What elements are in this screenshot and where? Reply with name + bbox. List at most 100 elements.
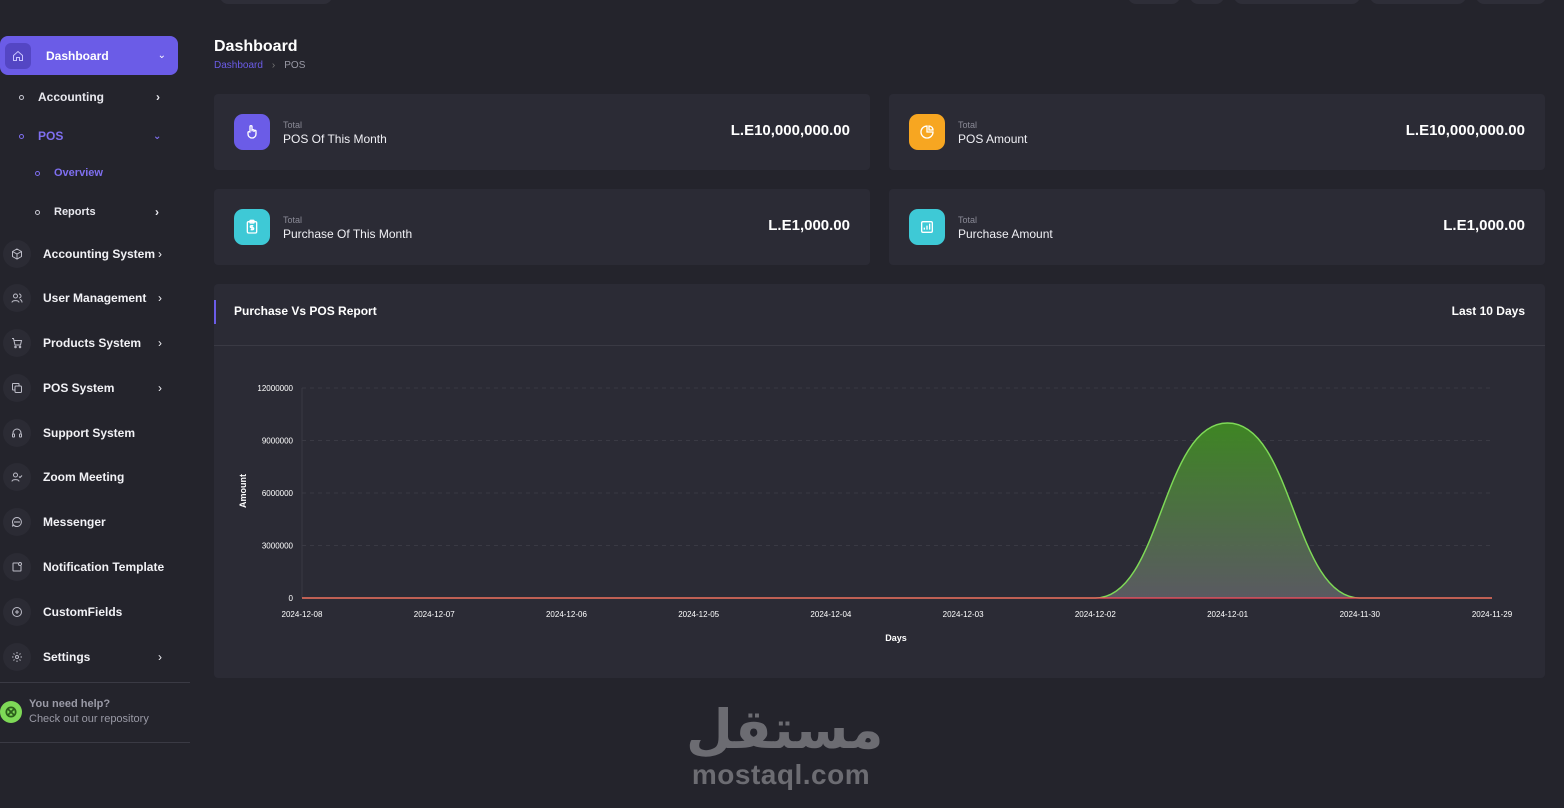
bullet-icon	[19, 94, 24, 100]
plus-circle-icon	[3, 598, 31, 626]
x-tick-label: 2024-12-07	[414, 610, 455, 619]
sidebar-subitem-accounting[interactable]: Accounting ›	[19, 90, 160, 104]
sidebar-subitem-reports[interactable]: Reports ›	[35, 205, 159, 219]
y-tick-label: 6000000	[262, 489, 294, 498]
chevron-right-icon: ›	[158, 247, 162, 261]
stat-card-value: L.E1,000.00	[1443, 217, 1525, 234]
breadcrumb: Dashboard › POS	[214, 60, 305, 71]
sidebar-item-label: Messenger	[43, 515, 106, 529]
chevron-down-icon: ⌄	[153, 130, 162, 142]
x-tick-label: 2024-12-01	[1207, 610, 1248, 619]
user-check-icon	[3, 463, 31, 491]
sidebar-item-label: POS System	[43, 381, 115, 395]
purchase-vs-pos-chart: 0 3000000 6000000 9000000 12000000 2024-12-0…	[238, 384, 1513, 643]
bar-chart-icon	[909, 209, 945, 245]
top-button[interactable]	[1190, 0, 1224, 4]
sidebar-subitem-pos[interactable]: POS ⌄	[19, 129, 161, 143]
sidebar-divider	[0, 682, 190, 683]
y-tick-label: 0	[289, 594, 294, 603]
stat-card-label: Total	[283, 120, 303, 130]
stat-card-label: Total	[958, 120, 978, 130]
sidebar-item-settings[interactable]: Settings ›	[0, 642, 190, 672]
bullet-icon	[35, 170, 40, 176]
stat-card-pos-month: Total POS Of This Month L.E10,000,000.00	[214, 94, 870, 170]
watermark-logo: مستقل mostaql.com	[686, 698, 884, 790]
sidebar-item-products-system[interactable]: Products System ›	[0, 328, 190, 358]
stat-card-value: L.E10,000,000.00	[730, 122, 850, 139]
cart-icon	[3, 329, 31, 357]
clipboard-dollar-icon	[234, 209, 270, 245]
watermark-latin: mostaql.com	[691, 759, 871, 790]
sidebar-item-user-management[interactable]: User Management ›	[0, 283, 190, 313]
sidebar: Dashboard ⌄ Accounting › POS ⌄ Overview …	[0, 0, 190, 808]
stat-card-title: Purchase Amount	[958, 227, 1053, 241]
sidebar-item-label: Notification Template	[43, 560, 165, 574]
copy-icon	[3, 374, 31, 402]
help-box[interactable]: You need help? Check out our repository	[0, 698, 149, 725]
chevron-right-icon: ›	[158, 336, 162, 350]
chevron-right-icon: ›	[158, 381, 162, 395]
top-search-pill[interactable]	[220, 0, 332, 4]
x-tick-label: 2024-11-29	[1472, 610, 1513, 619]
x-tick-label: 2024-12-08	[282, 610, 323, 619]
help-title: You need help?	[29, 698, 111, 710]
stat-card-pos-amount: Total POS Amount L.E10,000,000.00	[889, 94, 1545, 170]
gear-icon	[3, 643, 31, 671]
stat-card-label: Total	[958, 215, 978, 225]
sidebar-item-notification-template[interactable]: Notification Template	[0, 552, 190, 582]
sidebar-subitem-overview[interactable]: Overview	[35, 167, 103, 179]
breadcrumb-current: POS	[284, 60, 306, 71]
x-tick-label: 2024-11-30	[1340, 610, 1381, 619]
y-tick-label: 9000000	[262, 437, 294, 446]
sidebar-item-label: Settings	[43, 650, 91, 664]
sidebar-item-dashboard[interactable]: Dashboard ⌄	[0, 36, 178, 75]
top-button[interactable]	[1128, 0, 1180, 4]
top-button[interactable]	[1370, 0, 1466, 4]
pie-chart-icon	[909, 114, 945, 150]
sidebar-item-pos-system[interactable]: POS System ›	[0, 373, 190, 403]
headset-icon	[3, 419, 31, 447]
sidebar-item-support-system[interactable]: Support System	[0, 418, 190, 448]
stat-card-purchase-month: Total Purchase Of This Month L.E1,000.00	[214, 189, 870, 265]
y-axis-label: Amount	[238, 474, 248, 508]
y-axis-ticks: 0 3000000 6000000 9000000 12000000	[257, 384, 293, 603]
breadcrumb-link-dashboard[interactable]: Dashboard	[214, 60, 263, 71]
sidebar-item-customfields[interactable]: CustomFields	[0, 597, 190, 627]
stat-card-purchase-amount: Total Purchase Amount L.E1,000.00	[889, 189, 1545, 265]
cube-icon	[3, 240, 31, 268]
x-tick-label: 2024-12-03	[943, 610, 984, 619]
y-tick-label: 3000000	[262, 542, 294, 551]
watermark-arabic: مستقل	[686, 698, 884, 761]
stat-card-title: Purchase Of This Month	[283, 227, 413, 241]
help-link[interactable]: Check out our repository	[29, 713, 149, 725]
x-tick-label: 2024-12-06	[546, 610, 587, 619]
x-tick-label: 2024-12-05	[678, 610, 719, 619]
chevron-right-icon: ›	[158, 650, 162, 664]
sidebar-item-messenger[interactable]: Messenger	[0, 507, 190, 537]
stat-card-label: Total	[283, 215, 303, 225]
sidebar-item-zoom-meeting[interactable]: Zoom Meeting	[0, 462, 190, 492]
sidebar-item-label: Support System	[43, 426, 136, 440]
sidebar-item-label: Products System	[43, 336, 142, 350]
report-panel: Purchase Vs POS Report Last 10 Days 0 300…	[214, 284, 1545, 678]
home-icon	[5, 42, 31, 69]
top-button[interactable]	[1234, 0, 1360, 4]
notification-icon	[3, 553, 31, 581]
chat-icon	[3, 508, 31, 536]
sidebar-item-accounting-system[interactable]: Accounting System ›	[0, 239, 190, 269]
sidebar-subitem-label: POS	[38, 129, 64, 143]
sidebar-item-label: CustomFields	[43, 605, 123, 619]
bullet-icon	[19, 133, 24, 139]
chevron-down-icon: ⌄	[157, 50, 166, 61]
sidebar-subitem-label: Overview	[54, 167, 103, 179]
users-icon	[3, 284, 31, 312]
stat-card-title: POS Of This Month	[283, 132, 387, 146]
x-tick-label: 2024-12-04	[810, 610, 851, 619]
sidebar-item-label: Accounting System	[43, 247, 156, 261]
chevron-right-icon: ›	[156, 90, 160, 104]
sidebar-subitem-label: Accounting	[38, 90, 104, 104]
breadcrumb-separator-icon: ›	[271, 60, 276, 71]
x-axis-ticks: 2024-12-08 2024-12-07 2024-12-06 2024-12-05…	[282, 610, 1513, 619]
help-icon	[0, 701, 22, 723]
top-button[interactable]	[1476, 0, 1546, 4]
